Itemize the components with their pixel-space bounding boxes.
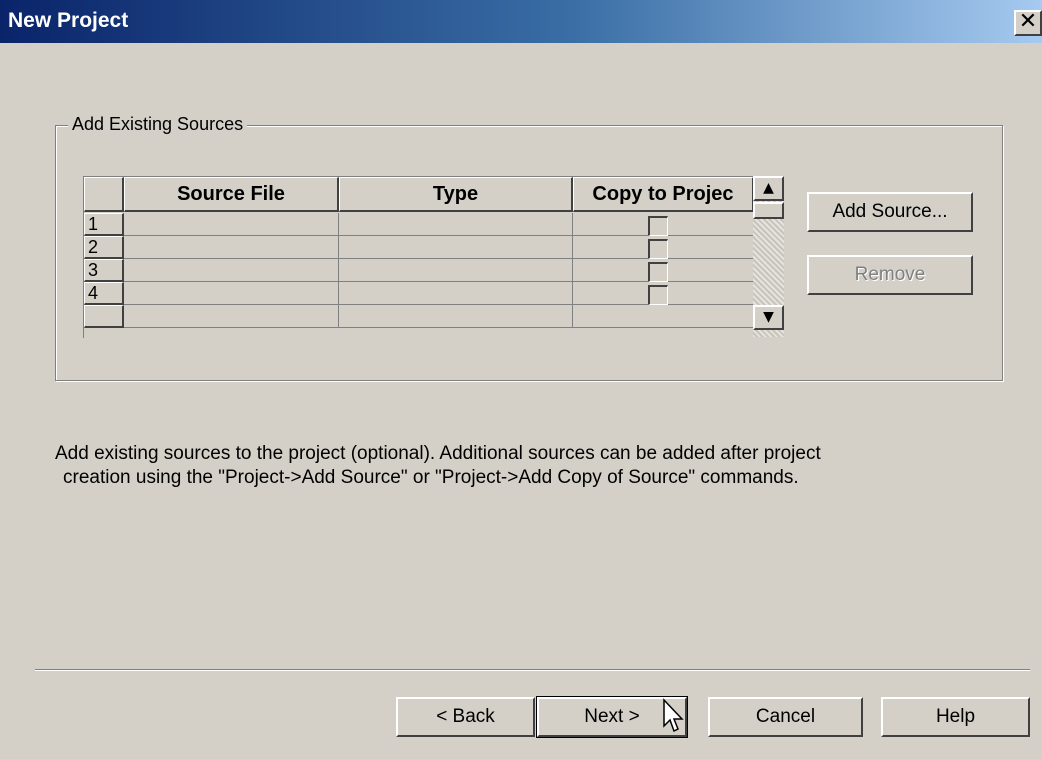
table-row[interactable]: 3 (84, 259, 754, 282)
close-icon[interactable]: ✕ (1014, 10, 1042, 36)
table-row[interactable]: 4 (84, 282, 754, 305)
type-cell[interactable] (339, 259, 573, 282)
row-number[interactable]: 2 (84, 236, 124, 259)
help-button[interactable]: Help (881, 697, 1030, 737)
window-title: New Project (8, 9, 129, 32)
column-header-copy-to-project[interactable]: Copy to Projec (573, 177, 754, 212)
row-number (84, 305, 124, 328)
cancel-button[interactable]: Cancel (708, 697, 863, 737)
column-header-source-file[interactable]: Source File (124, 177, 339, 212)
description-text: Add existing sources to the project (opt… (55, 442, 955, 490)
description-line-1: Add existing sources to the project (opt… (55, 443, 821, 464)
source-file-cell[interactable] (124, 213, 339, 236)
source-file-cell[interactable] (124, 259, 339, 282)
grid-corner-cell (84, 177, 124, 212)
footer-separator (35, 669, 1030, 671)
sources-grid[interactable]: Source File Type Copy to Projec 1 2 3 4 (83, 176, 754, 338)
scrollbar-thumb[interactable] (753, 202, 784, 219)
source-file-cell (124, 305, 339, 328)
copy-cell (573, 305, 754, 328)
row-number[interactable]: 1 (84, 213, 124, 236)
scroll-up-arrow-icon[interactable]: ▲ (753, 176, 784, 201)
scroll-down-arrow-icon[interactable]: ▼ (753, 305, 784, 330)
copy-cell (573, 236, 754, 259)
copy-to-project-checkbox[interactable] (648, 216, 668, 236)
grid-vertical-scrollbar[interactable]: ▲ ▼ (753, 176, 784, 337)
group-label: Add Existing Sources (68, 114, 248, 135)
add-source-button[interactable]: Add Source... (807, 192, 973, 232)
table-row[interactable]: 2 (84, 236, 754, 259)
scroll-down-glyph: ▼ (763, 309, 774, 325)
back-button[interactable]: < Back (396, 697, 535, 737)
copy-to-project-checkbox[interactable] (648, 239, 668, 259)
title-bar: New Project ✕ (0, 0, 1042, 43)
row-number[interactable]: 4 (84, 282, 124, 305)
description-line-2: creation using the "Project->Add Source"… (63, 467, 799, 488)
source-file-cell[interactable] (124, 236, 339, 259)
type-cell (339, 305, 573, 328)
mouse-cursor-icon (663, 698, 684, 733)
column-header-type[interactable]: Type (339, 177, 573, 212)
scroll-up-glyph: ▲ (763, 180, 774, 196)
remove-button: Remove (807, 255, 973, 295)
copy-cell (573, 259, 754, 282)
grid-header: Source File Type Copy to Projec (84, 177, 754, 213)
type-cell[interactable] (339, 213, 573, 236)
copy-cell (573, 282, 754, 305)
row-number[interactable]: 3 (84, 259, 124, 282)
table-row[interactable]: 1 (84, 213, 754, 236)
table-row (84, 305, 754, 328)
copy-to-project-checkbox[interactable] (648, 262, 668, 282)
copy-to-project-checkbox[interactable] (648, 285, 668, 305)
close-glyph: ✕ (1018, 9, 1038, 34)
type-cell[interactable] (339, 282, 573, 305)
copy-cell (573, 213, 754, 236)
source-file-cell[interactable] (124, 282, 339, 305)
type-cell[interactable] (339, 236, 573, 259)
